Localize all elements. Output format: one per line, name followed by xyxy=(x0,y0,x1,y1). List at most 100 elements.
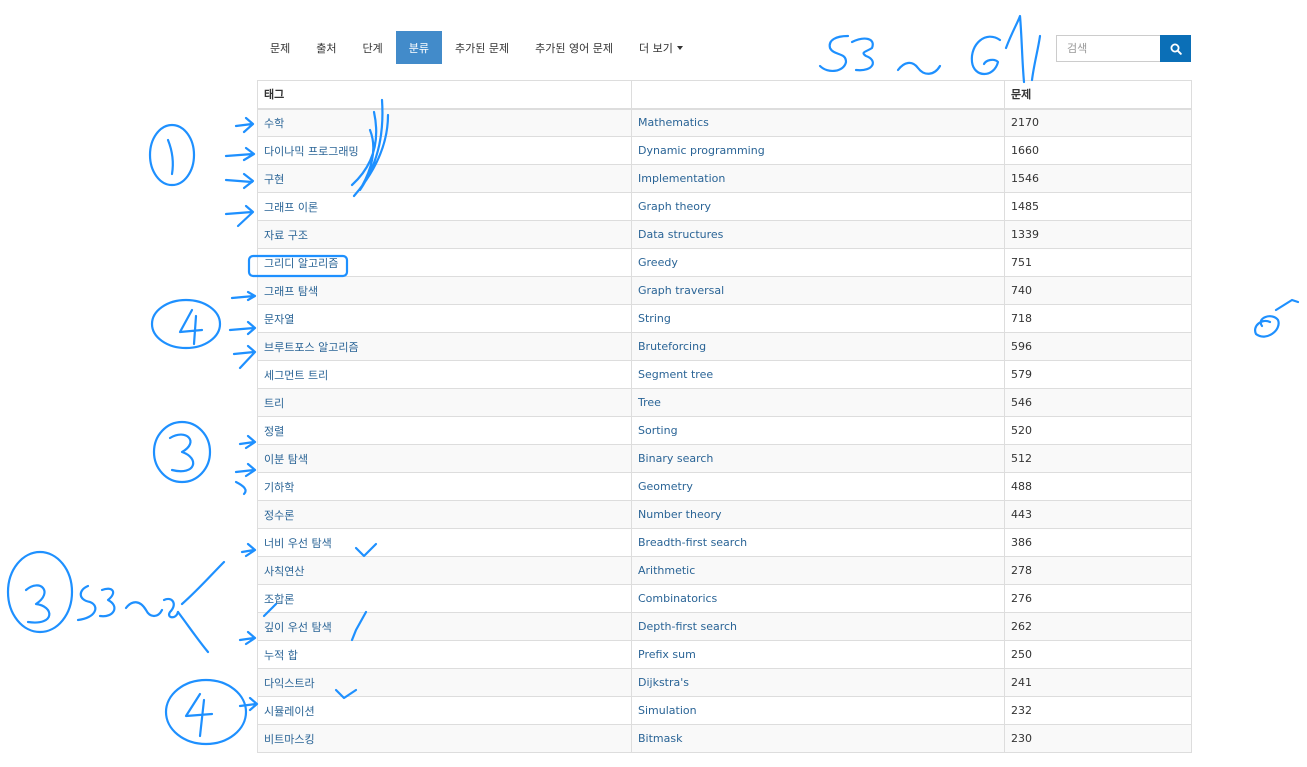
tag-korean-link[interactable]: 구현 xyxy=(257,164,632,193)
search-icon xyxy=(1170,43,1182,55)
nav-item-more-dropdown[interactable]: 더 보기 xyxy=(626,31,696,64)
table-row: 깊이 우선 탐색 Depth-first search 262 xyxy=(257,612,1192,641)
tag-english-link[interactable]: Depth-first search xyxy=(631,612,1005,641)
tag-problem-count: 751 xyxy=(1004,248,1192,277)
tag-english-link[interactable]: Dijkstra's xyxy=(631,668,1005,697)
annotation-circle-2 xyxy=(6,550,74,634)
tag-problem-count: 512 xyxy=(1004,444,1192,473)
tag-english-link[interactable]: Dynamic programming xyxy=(631,136,1005,165)
tag-english-link[interactable]: Segment tree xyxy=(631,360,1005,389)
table-row: 자료 구조 Data structures 1339 xyxy=(257,220,1192,249)
table-row: 정수론 Number theory 443 xyxy=(257,500,1192,529)
search-input[interactable] xyxy=(1056,35,1160,62)
nav-item-sources[interactable]: 출처 xyxy=(303,31,349,64)
tag-problem-count: 232 xyxy=(1004,696,1192,725)
annotation-scribble-top xyxy=(818,34,850,72)
tag-korean-link[interactable]: 기하학 xyxy=(257,472,632,501)
tag-korean-link[interactable]: 다이나믹 프로그래밍 xyxy=(257,136,632,165)
tag-korean-link[interactable]: 수학 xyxy=(257,108,632,137)
page: 문제 출처 단계 분류 추가된 문제 추가된 영어 문제 더 보기 태그 문제 xyxy=(0,0,1307,767)
tag-korean-link[interactable]: 사칙연산 xyxy=(257,556,632,585)
caret-down-icon xyxy=(676,45,683,50)
tag-korean-link[interactable]: 그래프 이론 xyxy=(257,192,632,221)
annotation-circle-4-bottom xyxy=(164,678,248,746)
tag-english-link[interactable]: Mathematics xyxy=(631,108,1005,137)
nav-item-added-english-problems[interactable]: 추가된 영어 문제 xyxy=(522,31,626,64)
tag-korean-link[interactable]: 세그먼트 트리 xyxy=(257,360,632,389)
top-nav: 문제 출처 단계 분류 추가된 문제 추가된 영어 문제 더 보기 xyxy=(257,31,696,64)
table-row: 다이나믹 프로그래밍 Dynamic programming 1660 xyxy=(257,136,1192,165)
tag-english-link[interactable]: Bruteforcing xyxy=(631,332,1005,361)
table-row: 비트마스킹 Bitmask 230 xyxy=(257,724,1192,753)
table-row: 너비 우선 탐색 Breadth-first search 386 xyxy=(257,528,1192,557)
tag-problem-count: 1485 xyxy=(1004,192,1192,221)
annotation-circle-1 xyxy=(148,123,196,187)
tag-english-link[interactable]: Number theory xyxy=(631,500,1005,529)
tag-english-link[interactable]: Arithmetic xyxy=(631,556,1005,585)
column-header-problems: 문제 xyxy=(1004,80,1192,110)
tag-korean-link[interactable]: 누적 합 xyxy=(257,640,632,669)
tag-english-link[interactable]: Implementation xyxy=(631,164,1005,193)
annotation-circle-4-top xyxy=(150,298,222,350)
tag-korean-link[interactable]: 비트마스킹 xyxy=(257,724,632,753)
nav-item-problems[interactable]: 문제 xyxy=(257,31,303,64)
tag-korean-link[interactable]: 브루트포스 알고리즘 xyxy=(257,332,632,361)
tag-korean-link[interactable]: 깊이 우선 탐색 xyxy=(257,612,632,641)
tag-problem-count: 596 xyxy=(1004,332,1192,361)
tag-english-link[interactable]: Tree xyxy=(631,388,1005,417)
tag-english-link[interactable]: Data structures xyxy=(631,220,1005,249)
tag-english-link[interactable]: Breadth-first search xyxy=(631,528,1005,557)
tag-korean-link[interactable]: 그리디 알고리즘 xyxy=(257,248,632,277)
tag-english-link[interactable]: Combinatorics xyxy=(631,584,1005,613)
tag-korean-link[interactable]: 시뮬레이션 xyxy=(257,696,632,725)
column-header-english xyxy=(631,80,1005,110)
table-row: 이분 탐색 Binary search 512 xyxy=(257,444,1192,473)
tag-english-link[interactable]: Prefix sum xyxy=(631,640,1005,669)
tag-korean-link[interactable]: 자료 구조 xyxy=(257,220,632,249)
tag-korean-link[interactable]: 조합론 xyxy=(257,584,632,613)
tag-problem-count: 278 xyxy=(1004,556,1192,585)
tag-problem-count: 546 xyxy=(1004,388,1192,417)
table-row: 문자열 String 718 xyxy=(257,304,1192,333)
table-row: 수학 Mathematics 2170 xyxy=(257,108,1192,137)
table-row: 구현 Implementation 1546 xyxy=(257,164,1192,193)
tag-english-link[interactable]: Simulation xyxy=(631,696,1005,725)
nav-item-added-problems[interactable]: 추가된 문제 xyxy=(442,31,522,64)
tag-korean-link[interactable]: 정수론 xyxy=(257,500,632,529)
table-row: 다익스트라 Dijkstra's 241 xyxy=(257,668,1192,697)
tag-problem-count: 740 xyxy=(1004,276,1192,305)
table-row: 기하학 Geometry 488 xyxy=(257,472,1192,501)
tag-korean-link[interactable]: 너비 우선 탐색 xyxy=(257,528,632,557)
table-row: 시뮬레이션 Simulation 232 xyxy=(257,696,1192,725)
tag-korean-link[interactable]: 문자열 xyxy=(257,304,632,333)
tag-problem-count: 241 xyxy=(1004,668,1192,697)
table-row: 조합론 Combinatorics 276 xyxy=(257,584,1192,613)
tag-problem-count: 386 xyxy=(1004,528,1192,557)
tag-english-link[interactable]: Binary search xyxy=(631,444,1005,473)
tag-english-link[interactable]: Graph traversal xyxy=(631,276,1005,305)
tag-korean-link[interactable]: 트리 xyxy=(257,388,632,417)
tag-problem-count: 2170 xyxy=(1004,108,1192,137)
tag-english-link[interactable]: Greedy xyxy=(631,248,1005,277)
search-button[interactable] xyxy=(1160,35,1191,62)
tag-english-link[interactable]: Sorting xyxy=(631,416,1005,445)
tag-problem-count: 250 xyxy=(1004,640,1192,669)
tag-korean-link[interactable]: 이분 탐색 xyxy=(257,444,632,473)
tag-problem-count: 520 xyxy=(1004,416,1192,445)
tag-problem-count: 262 xyxy=(1004,612,1192,641)
tag-korean-link[interactable]: 다익스트라 xyxy=(257,668,632,697)
tag-english-link[interactable]: Graph theory xyxy=(631,192,1005,221)
tag-english-link[interactable]: Bitmask xyxy=(631,724,1005,753)
table-body: 수학 Mathematics 2170 다이나믹 프로그래밍 Dynamic progr… xyxy=(257,108,1192,753)
table-row: 트리 Tree 546 xyxy=(257,388,1192,417)
annotation-mark-right xyxy=(1254,298,1300,338)
tag-english-link[interactable]: Geometry xyxy=(631,472,1005,501)
tag-korean-link[interactable]: 그래프 탐색 xyxy=(257,276,632,305)
nav-item-steps[interactable]: 단계 xyxy=(350,31,396,64)
tag-problem-count: 1546 xyxy=(1004,164,1192,193)
table-row: 그래프 이론 Graph theory 1485 xyxy=(257,192,1192,221)
nav-item-tags[interactable]: 분류 xyxy=(395,31,442,64)
tag-korean-link[interactable]: 정렬 xyxy=(257,416,632,445)
tag-english-link[interactable]: String xyxy=(631,304,1005,333)
tags-table: 태그 문제 수학 Mathematics 2170 다이나믹 프로그래밍 Dynamic… xyxy=(257,80,1192,753)
